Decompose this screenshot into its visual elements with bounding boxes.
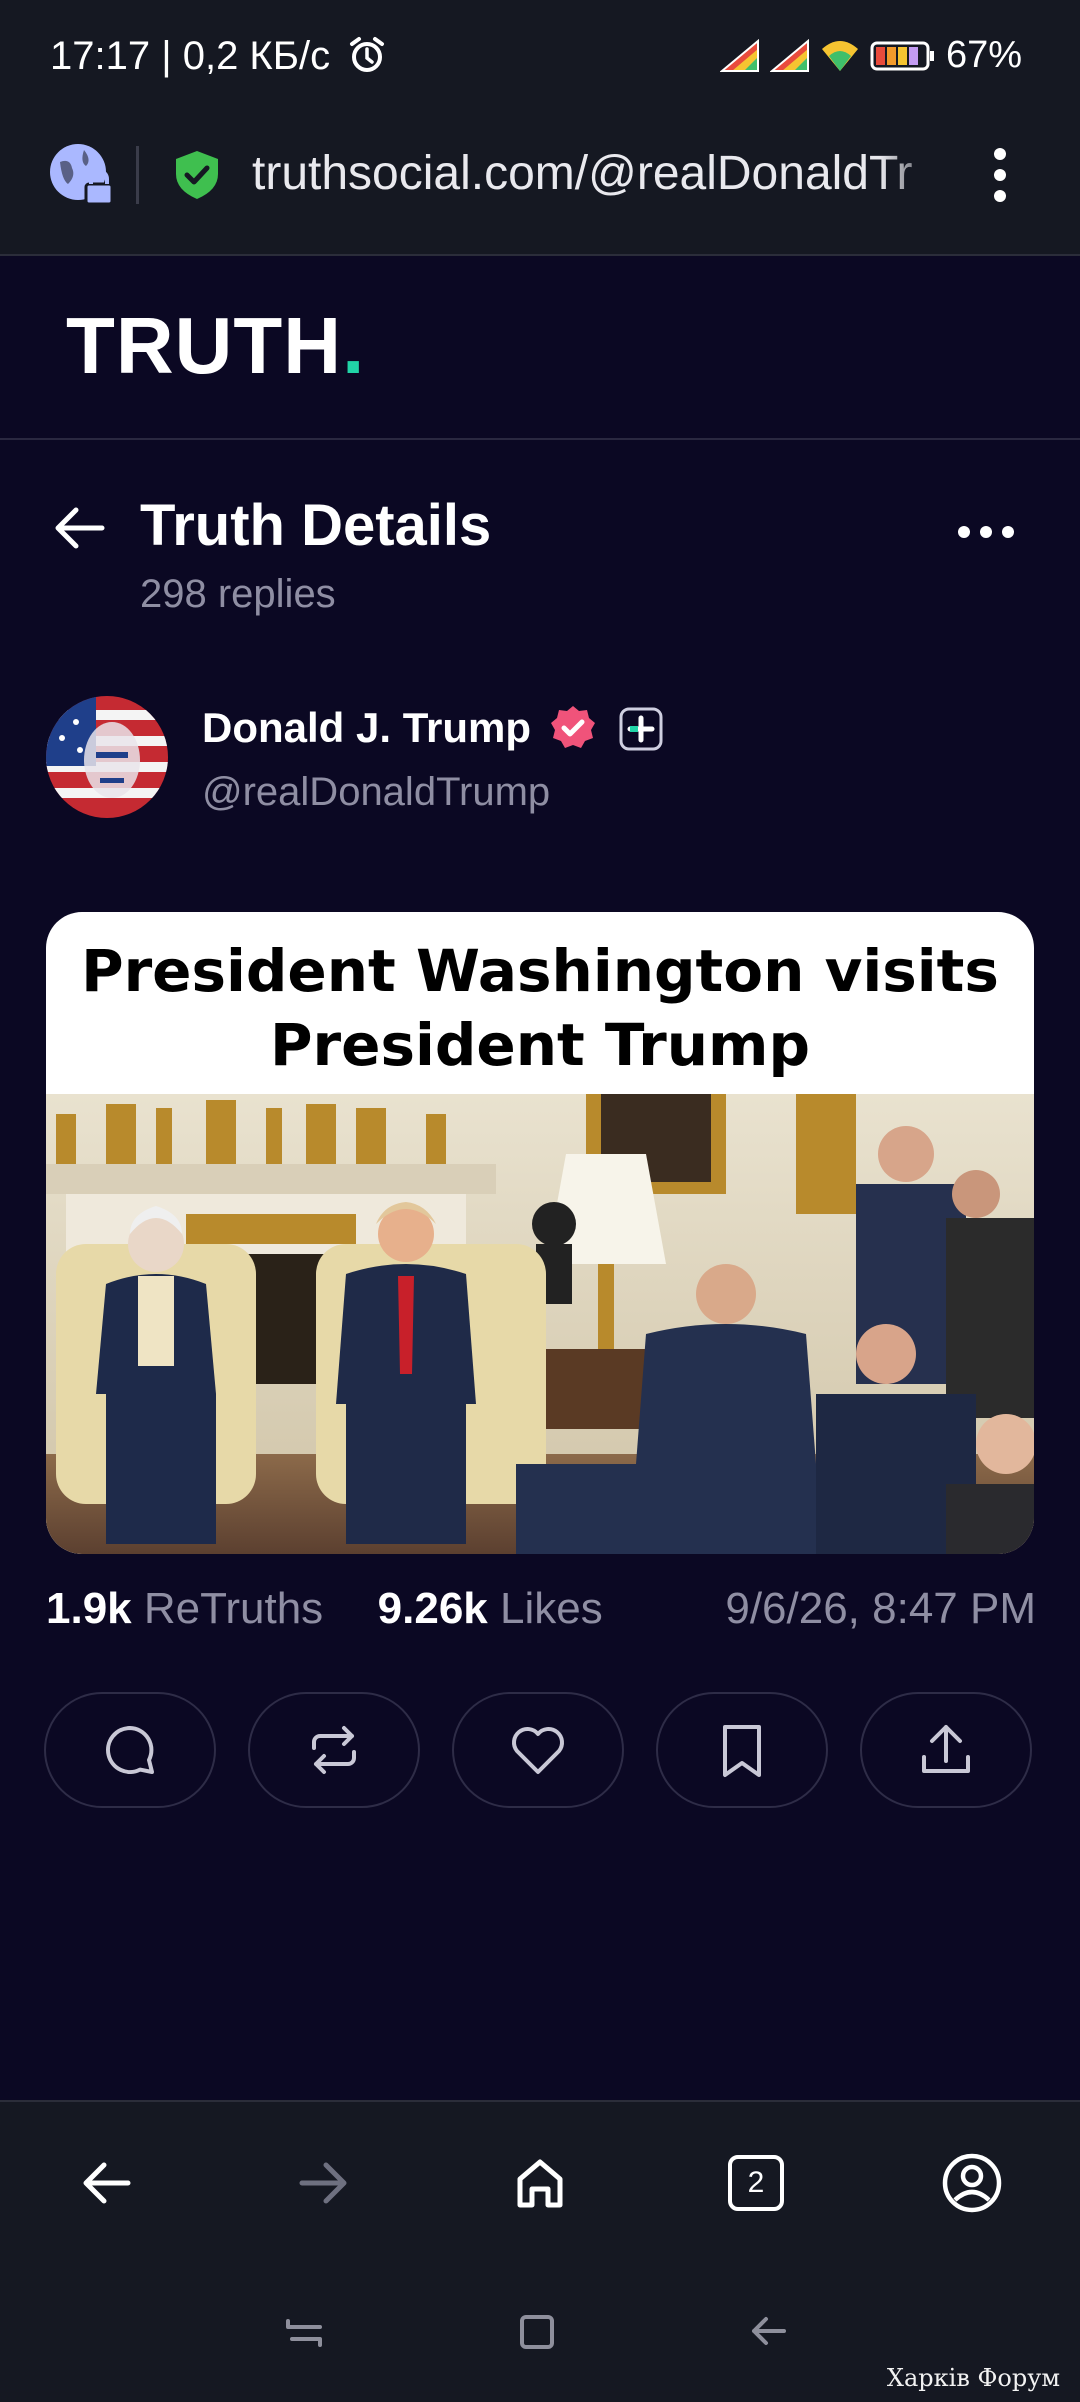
battery-icon — [870, 41, 934, 70]
retruths-count[interactable]: 1.9k — [46, 1584, 132, 1633]
site-info-button[interactable] — [46, 140, 116, 210]
author-name-text: Donald J. Trump — [202, 704, 532, 751]
author-name[interactable]: Donald J. Trump — [202, 704, 664, 752]
nav-back-button[interactable] — [66, 2148, 146, 2218]
kebab-menu-icon — [994, 148, 1006, 202]
nav-tabs-button[interactable]: 2 — [716, 2148, 796, 2218]
avatar[interactable] — [46, 696, 168, 818]
more-options-button[interactable] — [956, 512, 1016, 552]
verified-badge-icon — [550, 706, 595, 748]
retruth-button[interactable] — [248, 1692, 420, 1808]
logo-text: TRUTH — [66, 301, 343, 390]
globe-lock-icon — [50, 144, 114, 206]
logo-dot: . — [342, 301, 366, 390]
browser-bottom-nav — [0, 2100, 1080, 2402]
back-button[interactable] — [50, 500, 110, 556]
heart-icon — [512, 1727, 564, 1774]
upload-share-icon — [922, 1725, 970, 1773]
battery-percent: 67% — [945, 34, 1022, 76]
repost-icon — [312, 1726, 356, 1774]
share-button[interactable] — [860, 1692, 1032, 1808]
wifi-icon — [821, 40, 858, 71]
status-time: 17:17 | 0,2 КБ/с — [50, 34, 387, 79]
status-icons: 67% — [719, 34, 1022, 77]
bookmark-button[interactable] — [656, 1692, 828, 1808]
arrow-right-icon — [299, 2162, 347, 2204]
nav-profile-button[interactable] — [932, 2148, 1012, 2218]
recent-apps-button[interactable] — [274, 2306, 334, 2356]
recents-icon — [286, 2319, 322, 2347]
post-stats: 1.9k ReTruths 9.26k Likes 9/6/26, 8:47 P… — [46, 1584, 1036, 1644]
post-image[interactable]: President Washington visits President Tr… — [46, 912, 1034, 1554]
reply-count: 298 replies — [140, 572, 336, 616]
likes-count[interactable]: 9.26k — [378, 1584, 488, 1633]
image-headline-line-1: President Washington visits — [81, 937, 999, 1005]
signal-2-icon — [769, 38, 809, 72]
like-button[interactable] — [452, 1692, 624, 1808]
back-arrow-icon — [752, 2317, 786, 2345]
bookmark-icon — [723, 1725, 761, 1777]
watermark: Харків Форум — [886, 2364, 1060, 2392]
image-headline-line-2: President Trump — [270, 1011, 810, 1079]
photo-illustration — [46, 1094, 1034, 1554]
system-home-button[interactable] — [506, 2306, 566, 2356]
comment-icon — [106, 1726, 154, 1774]
likes-label[interactable]: Likes — [500, 1584, 603, 1633]
nav-home-button[interactable] — [500, 2148, 580, 2218]
more-horizontal-icon — [958, 526, 1014, 538]
arrow-left-icon — [55, 507, 105, 549]
image-headline: President Washington visits President Tr… — [46, 934, 1034, 1082]
secure-shield-icon[interactable] — [170, 148, 224, 202]
arrow-left-icon — [83, 2162, 131, 2204]
truth-plus-badge-icon — [619, 707, 663, 751]
retruths-label[interactable]: ReTruths — [144, 1584, 323, 1633]
address-divider — [136, 146, 139, 204]
reply-button[interactable] — [44, 1692, 216, 1808]
url-fade — [880, 140, 950, 210]
signal-1-icon — [719, 38, 759, 72]
system-back-button[interactable] — [738, 2306, 798, 2356]
truth-logo[interactable]: TRUTH. — [66, 300, 365, 392]
page-title: Truth Details — [140, 493, 492, 558]
post-timestamp: 9/6/26, 8:47 PM — [725, 1584, 1036, 1633]
browser-menu-button[interactable] — [980, 140, 1020, 210]
author-handle[interactable]: @realDonaldTrump — [202, 770, 550, 815]
tab-count: 2 — [747, 2166, 765, 2199]
home-icon — [517, 2159, 563, 2208]
url-field[interactable]: truthsocial.com/@realDonaldTr — [252, 146, 942, 201]
alarm-icon — [350, 37, 385, 72]
nav-forward-button[interactable] — [284, 2148, 364, 2218]
status-time-speed: 17:17 | 0,2 КБ/с — [50, 34, 331, 78]
account-circle-icon — [942, 2153, 1002, 2213]
square-home-icon — [520, 2315, 554, 2349]
